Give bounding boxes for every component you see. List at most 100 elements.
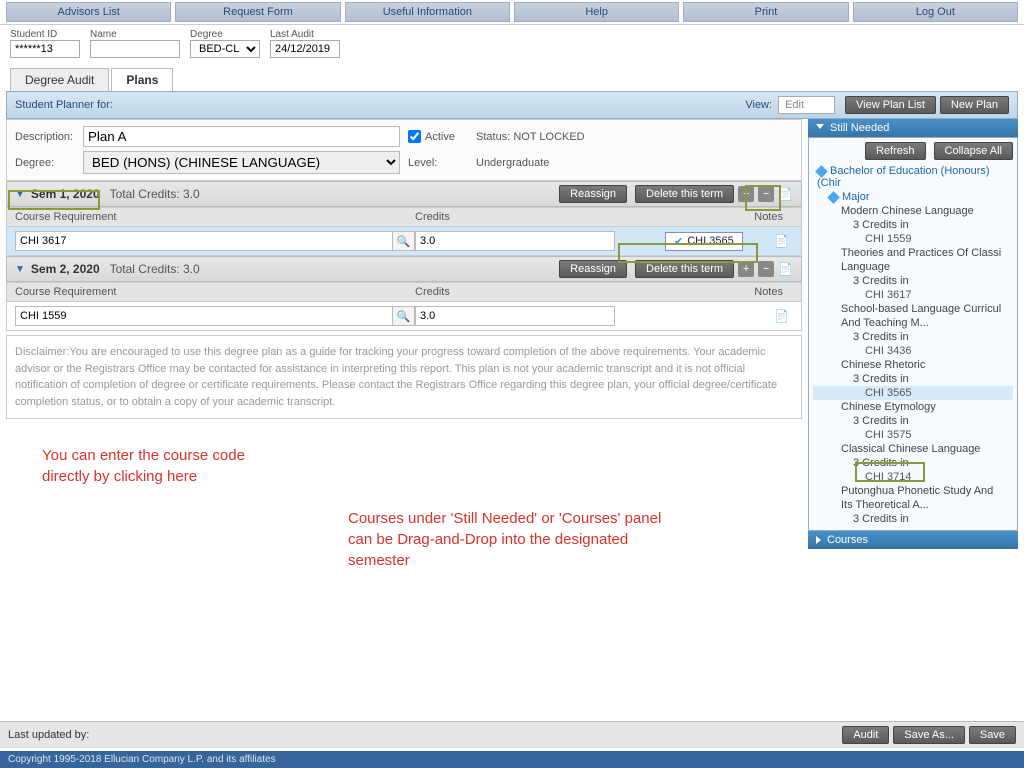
planner-for-label: Student Planner for: [15, 99, 113, 111]
tree-node[interactable]: School-based Language Curricul [813, 302, 1013, 316]
col-credits: Credits [415, 286, 645, 298]
tree-node[interactable]: Chinese Rhetoric [813, 358, 1013, 372]
tree-node[interactable]: Putonghua Phonetic Study And [813, 484, 1013, 498]
tree-node[interactable]: 3 Credits in [813, 218, 1013, 232]
tree-node[interactable]: And Teaching M... [813, 316, 1013, 330]
tree-node[interactable]: CHI 3617 [813, 288, 1013, 302]
tree-node[interactable]: CHI 3565 [813, 386, 1013, 400]
term-2-delete-button[interactable]: Delete this term [635, 260, 734, 278]
term-1-add-icon[interactable]: + [738, 186, 754, 202]
term-2-credits: Total Credits: 3.0 [110, 262, 200, 276]
term-2-row-0-credits-input[interactable] [415, 306, 615, 326]
col-course-req: Course Requirement [15, 286, 415, 298]
nav-useful[interactable]: Useful Information [345, 2, 510, 22]
row-note-icon[interactable]: 📄 [774, 234, 789, 248]
term-1-credits: Total Credits: 3.0 [110, 187, 200, 201]
degree-label: Degree [190, 29, 260, 40]
active-label: Active [425, 131, 455, 143]
student-id-input[interactable] [10, 40, 80, 58]
tree-node[interactable]: 3 Credits in [813, 274, 1013, 288]
view-select[interactable]: Edit [778, 96, 835, 114]
tree-node[interactable]: Language [813, 260, 1013, 274]
audit-button[interactable]: Audit [842, 726, 889, 744]
student-info-row: Student ID Name DegreeBED-CL Last Audit [0, 25, 1024, 62]
tab-plans[interactable]: Plans [111, 68, 173, 91]
term-2-note-icon[interactable]: 📄 [778, 262, 793, 276]
tree-node[interactable]: Modern Chinese Language [813, 204, 1013, 218]
degree-select[interactable]: BED-CL [190, 40, 260, 58]
disclaimer-text: Disclaimer:You are encouraged to use thi… [6, 335, 802, 419]
tree-node[interactable]: 3 Credits in [813, 414, 1013, 428]
search-icon[interactable]: 🔍 [393, 231, 415, 251]
tree-node[interactable]: 3 Credits in [813, 372, 1013, 386]
term-1-row-0-credits-input[interactable] [415, 231, 615, 251]
col-notes: Notes [645, 211, 793, 223]
tab-degree-audit[interactable]: Degree Audit [10, 68, 109, 91]
nav-print[interactable]: Print [683, 2, 848, 22]
term-2-reassign-button[interactable]: Reassign [559, 260, 627, 278]
new-plan-button[interactable]: New Plan [940, 96, 1009, 114]
tree-node[interactable]: CHI 3714 [813, 470, 1013, 484]
term-2-row-0-course-input[interactable] [15, 306, 393, 326]
plan-degree-select[interactable]: BED (HONS) (CHINESE LANGUAGE) [83, 151, 400, 174]
still-needed-header[interactable]: Still Needed [808, 119, 1018, 137]
term-2-row-0: 🔍 📄 [6, 302, 802, 331]
still-needed-tree: Bachelor of Education (Honours) (ChirMaj… [813, 164, 1013, 526]
term-1-note-icon[interactable]: 📄 [778, 187, 793, 201]
courses-header[interactable]: Courses [808, 531, 1018, 549]
nav-advisors[interactable]: Advisors List [6, 2, 171, 22]
footer-bar: Last updated by: Audit Save As... Save [0, 721, 1024, 748]
term-2-remove-icon[interactable]: − [758, 261, 774, 277]
level-value: Undergraduate [476, 157, 793, 169]
search-icon[interactable]: 🔍 [393, 306, 415, 326]
save-as-button[interactable]: Save As... [893, 726, 965, 744]
tree-node[interactable]: Theories and Practices Of Classi [813, 246, 1013, 260]
copyright-text: Copyright 1995-2018 Ellucian Company L.P… [0, 751, 1024, 768]
term-2-toggle-icon[interactable]: ▼ [15, 264, 25, 275]
chevron-down-icon [816, 124, 824, 133]
row-note-icon[interactable]: 📄 [774, 309, 789, 323]
tree-node[interactable]: Its Theoretical A... [813, 498, 1013, 512]
nav-request[interactable]: Request Form [175, 2, 340, 22]
col-credits: Credits [415, 211, 645, 223]
nav-logout[interactable]: Log Out [853, 2, 1018, 22]
tree-node[interactable]: Chinese Etymology [813, 400, 1013, 414]
drag-course-chip[interactable]: ✔CHI 3565 [665, 232, 743, 251]
col-course-req: Course Requirement [15, 211, 415, 223]
active-checkbox[interactable] [408, 130, 421, 143]
tree-node[interactable]: 3 Credits in [813, 456, 1013, 470]
tree-node[interactable]: CHI 3436 [813, 344, 1013, 358]
plan-details: Description: Active Status: NOT LOCKED D… [6, 119, 802, 181]
annotation-1: You can enter the course code directly b… [42, 445, 262, 487]
term-1-delete-button[interactable]: Delete this term [635, 185, 734, 203]
tree-node[interactable]: Classical Chinese Language [813, 442, 1013, 456]
term-1-toggle-icon[interactable]: ▼ [15, 189, 25, 200]
term-1-reassign-button[interactable]: Reassign [559, 185, 627, 203]
main-tabs: Degree Audit Plans [0, 62, 1024, 91]
level-label: Level: [408, 157, 468, 169]
term-2-header: ▼ Sem 2, 2020 Total Credits: 3.0 Reassig… [6, 256, 802, 282]
tree-node[interactable]: 3 Credits in [813, 330, 1013, 344]
name-input[interactable] [90, 40, 180, 58]
collapse-all-button[interactable]: Collapse All [934, 142, 1013, 160]
annotation-2: Courses under 'Still Needed' or 'Courses… [348, 508, 678, 571]
term-1-name: Sem 1, 2020 [31, 187, 100, 201]
tree-node[interactable]: CHI 1559 [813, 232, 1013, 246]
last-updated-label: Last updated by: [8, 729, 89, 741]
tree-node[interactable]: CHI 3575 [813, 428, 1013, 442]
term-1-header: ▼ Sem 1, 2020 Total Credits: 3.0 Reassig… [6, 181, 802, 207]
view-plan-list-button[interactable]: View Plan List [845, 96, 936, 114]
desc-input[interactable] [83, 126, 400, 147]
tree-node[interactable]: Bachelor of Education (Honours) (Chir [813, 164, 1013, 190]
term-1-remove-icon[interactable]: − [758, 186, 774, 202]
student-id-label: Student ID [10, 29, 80, 40]
tree-node[interactable]: Major [813, 190, 1013, 204]
save-button[interactable]: Save [969, 726, 1016, 744]
term-2-add-icon[interactable]: + [738, 261, 754, 277]
tree-node[interactable]: 3 Credits in [813, 512, 1013, 526]
status-label: Status: [476, 131, 510, 143]
nav-help[interactable]: Help [514, 2, 679, 22]
refresh-button[interactable]: Refresh [865, 142, 926, 160]
term-1-row-0-course-input[interactable] [15, 231, 393, 251]
last-audit-input[interactable] [270, 40, 340, 58]
